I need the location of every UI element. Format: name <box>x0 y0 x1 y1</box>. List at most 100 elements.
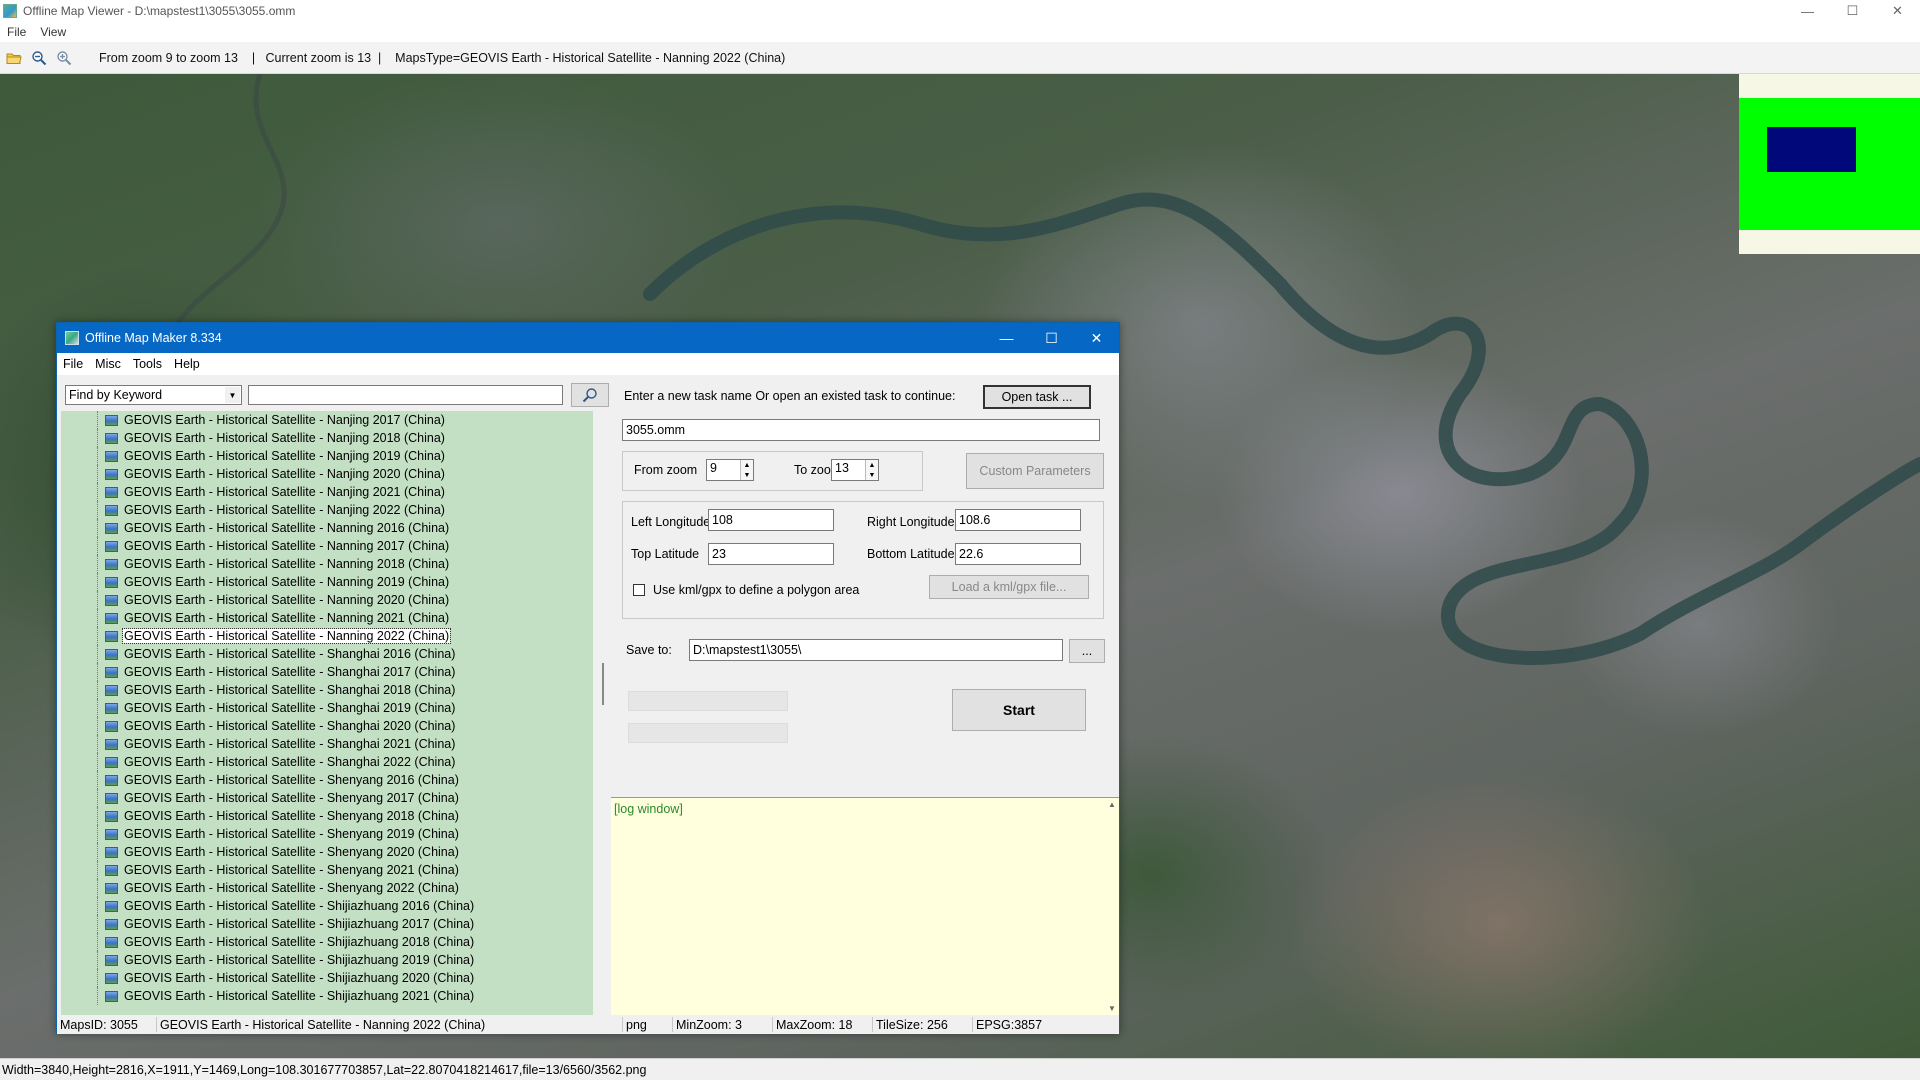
log-scrollbar[interactable]: ▲ ▼ <box>1105 798 1119 1015</box>
load-kml-button[interactable]: Load a kml/gpx file... <box>929 575 1089 599</box>
tree-item[interactable]: GEOVIS Earth - Historical Satellite - Na… <box>61 447 593 465</box>
tree-item[interactable]: GEOVIS Earth - Historical Satellite - Na… <box>61 411 593 429</box>
tree-item[interactable]: GEOVIS Earth - Historical Satellite - Na… <box>61 555 593 573</box>
dialog-menu-file[interactable]: File <box>57 357 89 371</box>
close-button[interactable]: ✕ <box>1875 0 1920 22</box>
dialog-maximize-button[interactable]: ☐ <box>1029 323 1074 353</box>
use-kml-checkbox[interactable] <box>633 584 645 596</box>
right-longitude-input[interactable]: 108.6 <box>955 509 1081 531</box>
tree-item[interactable]: GEOVIS Earth - Historical Satellite - Sh… <box>61 987 593 1005</box>
search-button[interactable] <box>571 383 609 407</box>
tree-guide-line <box>97 663 98 681</box>
custom-parameters-button[interactable]: Custom Parameters <box>966 453 1104 489</box>
dialog-menu-misc[interactable]: Misc <box>89 357 127 371</box>
tree-item[interactable]: GEOVIS Earth - Historical Satellite - Sh… <box>61 915 593 933</box>
map-maker-icon <box>65 331 79 345</box>
tree-item[interactable]: GEOVIS Earth - Historical Satellite - Sh… <box>61 789 593 807</box>
task-name-input[interactable]: 3055.omm <box>622 419 1100 441</box>
minimize-button[interactable]: — <box>1785 0 1830 22</box>
left-longitude-input[interactable]: 108 <box>708 509 834 531</box>
tree-item[interactable]: GEOVIS Earth - Historical Satellite - Sh… <box>61 753 593 771</box>
tree-item[interactable]: GEOVIS Earth - Historical Satellite - Sh… <box>61 807 593 825</box>
map-tile-icon <box>105 468 118 480</box>
tree-item[interactable]: GEOVIS Earth - Historical Satellite - Sh… <box>61 771 593 789</box>
tree-item[interactable]: GEOVIS Earth - Historical Satellite - Na… <box>61 483 593 501</box>
menu-view[interactable]: View <box>33 25 73 39</box>
tree-item[interactable]: GEOVIS Earth - Historical Satellite - Sh… <box>61 699 593 717</box>
tree-item[interactable]: GEOVIS Earth - Historical Satellite - Sh… <box>61 843 593 861</box>
tree-item[interactable]: GEOVIS Earth - Historical Satellite - Na… <box>61 591 593 609</box>
tree-item[interactable]: GEOVIS Earth - Historical Satellite - Sh… <box>61 933 593 951</box>
tree-item-label: GEOVIS Earth - Historical Satellite - Sh… <box>124 683 456 697</box>
chevron-down-icon[interactable]: ▼ <box>225 387 240 403</box>
tree-item-label: GEOVIS Earth - Historical Satellite - Na… <box>124 521 450 535</box>
tree-item[interactable]: GEOVIS Earth - Historical Satellite - Sh… <box>61 951 593 969</box>
save-path-input[interactable]: D:\mapstest1\3055\ <box>689 639 1063 661</box>
from-zoom-spinner[interactable]: 9 ▲ ▼ <box>706 459 754 481</box>
menu-file[interactable]: File <box>0 25 33 39</box>
tree-item-label: GEOVIS Earth - Historical Satellite - Sh… <box>124 665 456 679</box>
maximize-button[interactable]: ☐ <box>1830 0 1875 22</box>
search-icon <box>582 388 597 403</box>
map-tile-icon <box>105 954 118 966</box>
tree-item[interactable]: GEOVIS Earth - Historical Satellite - Na… <box>61 519 593 537</box>
window-controls: — ☐ ✕ <box>1785 0 1920 22</box>
map-tile-icon <box>105 594 118 606</box>
minimap-viewport[interactable] <box>1767 127 1856 172</box>
tree-item[interactable]: GEOVIS Earth - Historical Satellite - Sh… <box>61 717 593 735</box>
tree-item[interactable]: GEOVIS Earth - Historical Satellite - Sh… <box>61 825 593 843</box>
map-tile-icon <box>105 756 118 768</box>
start-button[interactable]: Start <box>952 689 1086 731</box>
tree-guide-line <box>97 609 98 627</box>
tree-item-label: GEOVIS Earth - Historical Satellite - Sh… <box>124 791 459 805</box>
scroll-down-icon[interactable]: ▼ <box>1108 1004 1116 1013</box>
map-tile-icon <box>105 666 118 678</box>
top-latitude-input[interactable]: 23 <box>708 543 834 565</box>
pane-splitter[interactable] <box>602 663 604 705</box>
open-folder-icon[interactable] <box>3 48 25 68</box>
dialog-titlebar[interactable]: Offline Map Maker 8.334 — ☐ ✕ <box>57 323 1119 353</box>
bottom-latitude-label: Bottom Latitude <box>867 547 955 561</box>
keyword-input[interactable] <box>248 385 563 405</box>
tree-item[interactable]: GEOVIS Earth - Historical Satellite - Na… <box>61 501 593 519</box>
tree-item-label: GEOVIS Earth - Historical Satellite - Na… <box>124 485 445 499</box>
tree-item[interactable]: GEOVIS Earth - Historical Satellite - Na… <box>61 429 593 447</box>
tree-item[interactable]: GEOVIS Earth - Historical Satellite - Sh… <box>61 879 593 897</box>
tree-item[interactable]: GEOVIS Earth - Historical Satellite - Sh… <box>61 681 593 699</box>
bottom-latitude-input[interactable]: 22.6 <box>955 543 1081 565</box>
map-tile-icon <box>105 450 118 462</box>
open-task-button[interactable]: Open task ... <box>983 385 1091 409</box>
tree-item[interactable]: GEOVIS Earth - Historical Satellite - Sh… <box>61 735 593 753</box>
browse-button[interactable]: ... <box>1069 639 1105 663</box>
map-tile-icon <box>105 846 118 858</box>
spinner-arrows-icon[interactable]: ▲ ▼ <box>865 460 878 480</box>
tree-guide-line <box>97 447 98 465</box>
dialog-close-button[interactable]: ✕ <box>1074 323 1119 353</box>
zoom-out-icon[interactable] <box>28 48 50 68</box>
tree-item[interactable]: GEOVIS Earth - Historical Satellite - Na… <box>61 573 593 591</box>
tree-item[interactable]: GEOVIS Earth - Historical Satellite - Na… <box>61 465 593 483</box>
tree-item[interactable]: GEOVIS Earth - Historical Satellite - Na… <box>61 609 593 627</box>
log-window[interactable]: [log window] ▲ ▼ <box>611 797 1119 1015</box>
tree-item[interactable]: GEOVIS Earth - Historical Satellite - Sh… <box>61 663 593 681</box>
map-source-tree[interactable]: GEOVIS Earth - Historical Satellite - Na… <box>61 411 593 1015</box>
scroll-up-icon[interactable]: ▲ <box>1108 800 1116 809</box>
tree-item[interactable]: GEOVIS Earth - Historical Satellite - Sh… <box>61 897 593 915</box>
tree-item[interactable]: GEOVIS Earth - Historical Satellite - Sh… <box>61 645 593 663</box>
find-mode-select[interactable]: Find by Keyword ▼ <box>65 385 242 405</box>
tree-item-label: GEOVIS Earth - Historical Satellite - Sh… <box>124 863 459 877</box>
spinner-arrows-icon[interactable]: ▲ ▼ <box>740 460 753 480</box>
minimap[interactable] <box>1739 74 1920 254</box>
tree-guide-line <box>97 573 98 591</box>
dialog-menu-tools[interactable]: Tools <box>127 357 168 371</box>
dialog-menu-help[interactable]: Help <box>168 357 206 371</box>
to-zoom-spinner[interactable]: 13 ▲ ▼ <box>831 459 879 481</box>
tree-item[interactable]: GEOVIS Earth - Historical Satellite - Sh… <box>61 969 593 987</box>
zoom-in-icon[interactable] <box>53 48 75 68</box>
tree-item[interactable]: GEOVIS Earth - Historical Satellite - Na… <box>61 537 593 555</box>
tree-item[interactable]: GEOVIS Earth - Historical Satellite - Sh… <box>61 861 593 879</box>
tree-item[interactable]: GEOVIS Earth - Historical Satellite - Na… <box>61 627 593 645</box>
map-tile-icon <box>105 702 118 714</box>
dialog-minimize-button[interactable]: — <box>984 323 1029 353</box>
map-tile-icon <box>105 504 118 516</box>
